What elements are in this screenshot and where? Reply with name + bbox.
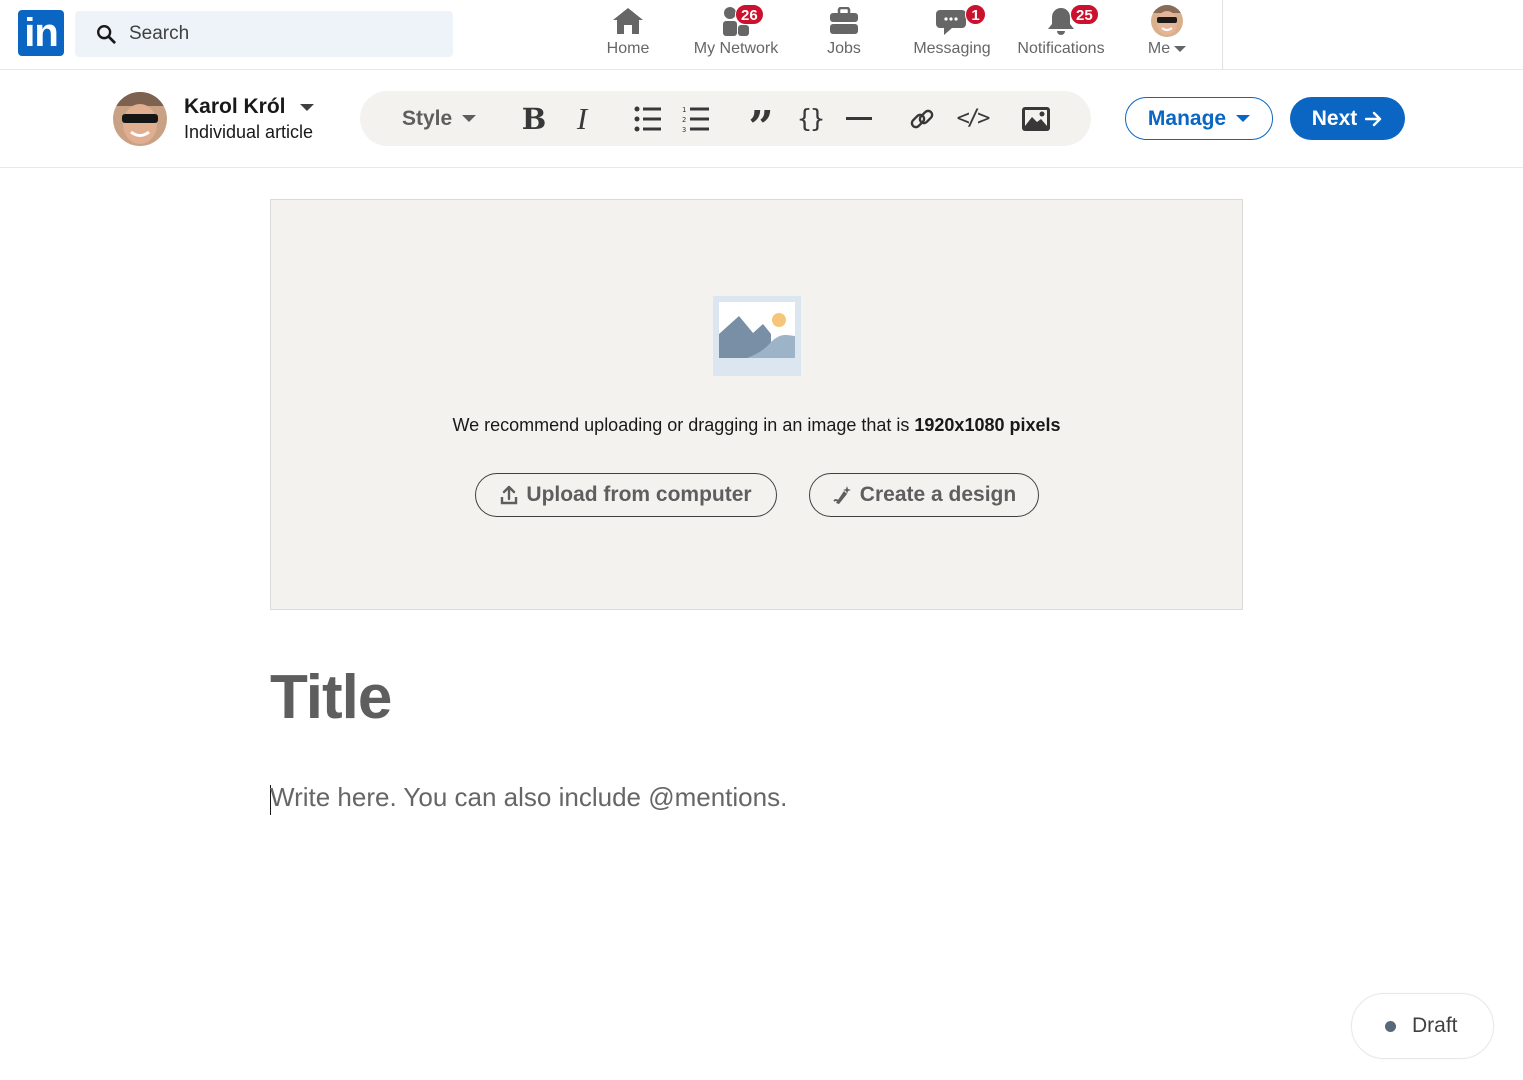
cover-image-dropzone[interactable]: We recommend uploading or dragging in an… [270, 199, 1243, 610]
bulleted-list-icon [634, 106, 661, 131]
messaging-badge: 1 [965, 4, 986, 25]
linkedin-logo[interactable]: in [18, 10, 64, 56]
image-icon [1022, 106, 1050, 131]
numbered-list-button[interactable]: 1 2 3 [680, 91, 712, 146]
draft-label: Draft [1412, 1014, 1458, 1037]
image-button[interactable] [1020, 91, 1052, 146]
bulleted-list-button[interactable] [632, 91, 664, 146]
editor-header: Karol Król Individual article Style B I … [0, 70, 1523, 168]
divider-button[interactable] [844, 91, 874, 146]
nav-jobs[interactable]: Jobs [824, 4, 864, 64]
caret-down-icon [1236, 115, 1251, 122]
create-design-button[interactable]: Create a design [809, 473, 1039, 517]
horizontal-rule-icon [846, 116, 872, 120]
next-label: Next [1311, 106, 1358, 130]
nav-me-label: Me [1148, 40, 1187, 58]
manage-button[interactable]: Manage [1125, 97, 1273, 140]
italic-button[interactable]: I [566, 91, 598, 146]
design-label: Create a design [859, 483, 1017, 506]
chevron-down-icon [1174, 45, 1187, 52]
notifications-badge: 25 [1070, 4, 1099, 25]
arrow-right-icon [1365, 111, 1382, 126]
nav-messaging-label: Messaging [913, 40, 991, 57]
caret-down-icon [299, 103, 314, 111]
italic-icon: I [576, 100, 588, 136]
magic-brush-icon [833, 486, 851, 504]
body-editor[interactable]: Write here. You can also include @mentio… [270, 782, 787, 813]
search-bar[interactable] [75, 11, 453, 57]
style-label: Style [402, 106, 453, 130]
search-input[interactable] [129, 23, 429, 45]
bold-button[interactable]: B [518, 91, 550, 146]
briefcase-icon [830, 7, 858, 34]
avatar [1151, 5, 1183, 37]
svg-text:1: 1 [682, 106, 686, 114]
embed-code-icon: </> [956, 106, 991, 131]
network-badge: 26 [735, 4, 764, 25]
search-icon [97, 25, 116, 44]
author-selector[interactable]: Karol Król [184, 95, 314, 119]
link-button[interactable] [906, 91, 938, 146]
formatting-toolbar: Style B I 1 2 3 ” {} </> [360, 91, 1091, 149]
embed-button[interactable]: </> [954, 91, 991, 146]
home-icon [613, 8, 643, 34]
upload-from-computer-button[interactable]: Upload from computer [475, 473, 777, 517]
svg-text:2: 2 [682, 116, 686, 124]
svg-text:3: 3 [682, 126, 686, 133]
caret-down-icon [462, 115, 477, 122]
nav-home-label: Home [606, 40, 650, 57]
manage-label: Manage [1147, 106, 1227, 130]
code-block-button[interactable]: {} [794, 91, 826, 146]
draft-status-badge: Draft [1351, 993, 1494, 1059]
nav-my-network[interactable]: 26 My Network [690, 4, 782, 64]
article-type: Individual article [184, 122, 314, 142]
numbered-list-icon: 1 2 3 [682, 106, 709, 133]
upload-icon [501, 485, 518, 505]
nav-notifications[interactable]: 25 Notifications [1012, 4, 1110, 64]
nav-messaging[interactable]: 1 Messaging [910, 4, 994, 64]
nav-home[interactable]: Home [604, 4, 652, 64]
nav-me[interactable]: Me [1144, 4, 1190, 64]
status-dot-icon [1385, 1020, 1396, 1032]
link-icon [910, 109, 934, 128]
nav-notifications-label: Notifications [1017, 40, 1105, 57]
image-placeholder-icon [713, 296, 801, 376]
recommended-size: 1920x1080 pixels [914, 415, 1061, 435]
code-block-icon: {} [796, 104, 825, 133]
nav-divider [1222, 0, 1223, 70]
bold-icon: B [521, 101, 547, 136]
quote-icon: ” [748, 101, 774, 153]
author-avatar[interactable] [113, 92, 167, 146]
chat-bubble-icon [936, 10, 966, 35]
author-name: Karol Król [184, 95, 286, 118]
nav-my-network-label: My Network [693, 40, 779, 57]
global-nav: in Home 26 My Network Jobs 1 Messaging 2… [0, 0, 1523, 70]
next-button[interactable]: Next [1290, 97, 1405, 140]
quote-button[interactable]: ” [744, 91, 778, 149]
style-dropdown[interactable]: Style [402, 91, 477, 146]
upload-label: Upload from computer [526, 483, 752, 506]
nav-jobs-label: Jobs [827, 40, 861, 57]
recommendation-text: We recommend uploading or dragging in an… [452, 415, 1061, 435]
title-input[interactable]: Title [270, 662, 392, 733]
